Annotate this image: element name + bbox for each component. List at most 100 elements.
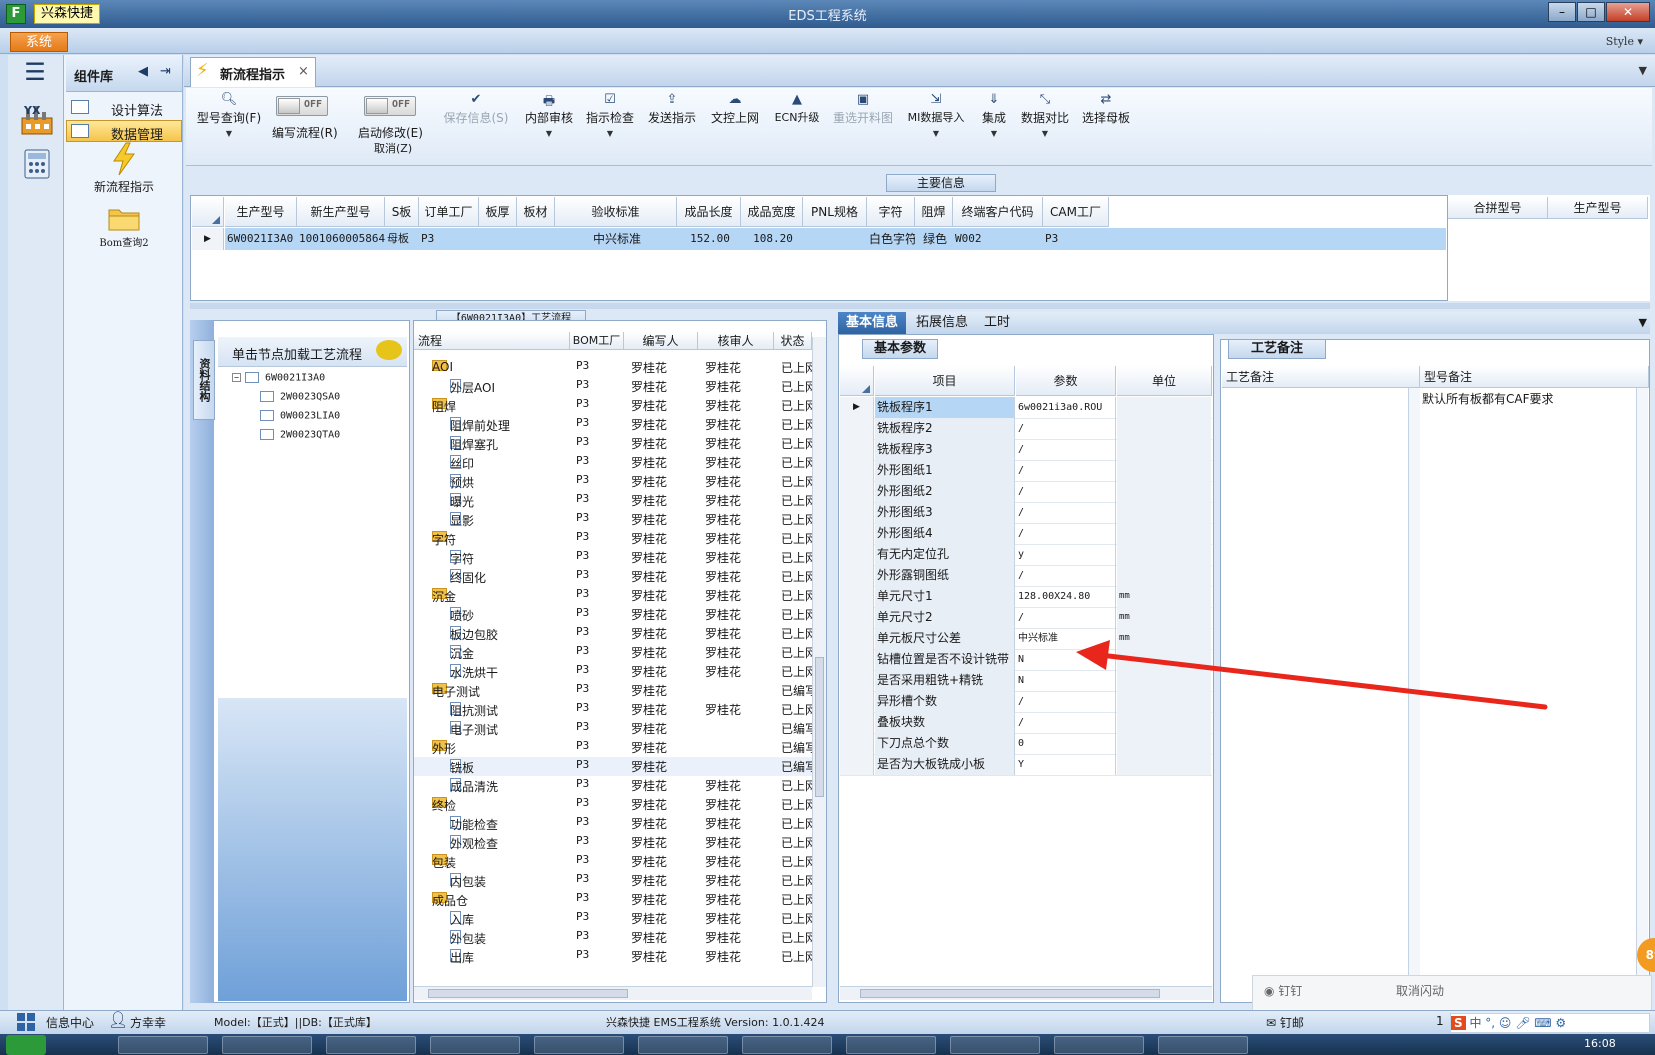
- flow-row[interactable]: 入库 P3 罗桂花 罗桂花 已上网: [414, 909, 814, 928]
- param-row[interactable]: 外形图纸2/: [840, 481, 1212, 503]
- flow-row[interactable]: −AOIP3罗桂花罗桂花已上网: [414, 358, 814, 377]
- taskbar-app[interactable]: [222, 1036, 312, 1054]
- model-query-button[interactable]: 🔍︎ 型号查询(F) ▼: [194, 92, 264, 158]
- flow-row[interactable]: −包装P3罗桂花罗桂花已上网: [414, 852, 814, 871]
- param-row[interactable]: 外形露铜图纸 /: [840, 565, 1212, 587]
- param-row[interactable]: 单元尺寸1 128.00X24.80 mm: [840, 586, 1212, 608]
- bom-query-link[interactable]: Bom查询2: [66, 234, 182, 249]
- ecn-upgrade-button[interactable]: ▲ ECN升级: [772, 92, 822, 158]
- col-param[interactable]: 参数: [1016, 366, 1116, 396]
- param-value[interactable]: /: [1016, 712, 1116, 733]
- taskbar-app[interactable]: [118, 1036, 208, 1054]
- flow-row[interactable]: 沉金 P3 罗桂花 罗桂花 已上网: [414, 643, 814, 662]
- col-writer[interactable]: 编写人: [624, 332, 698, 350]
- cancel-label[interactable]: 取消(Z): [374, 140, 412, 156]
- info-center-link[interactable]: 信息中心: [46, 1014, 94, 1031]
- flow-row[interactable]: 显影 P3 罗桂花 罗桂花 已上网: [414, 510, 814, 529]
- taskbar-app[interactable]: [326, 1036, 416, 1054]
- flow-row[interactable]: 电子测试 P3 罗桂花 已编写: [414, 719, 814, 738]
- menu-system[interactable]: 系统: [10, 32, 68, 52]
- param-value[interactable]: /: [1016, 691, 1116, 712]
- flow-row[interactable]: 阻焊前处理 P3 罗桂花 罗桂花 已上网: [414, 415, 814, 434]
- col-header[interactable]: 生产型号: [225, 197, 297, 227]
- col-header[interactable]: 新生产型号: [297, 197, 385, 227]
- grid-cell[interactable]: P3: [1043, 228, 1109, 250]
- param-row[interactable]: 单元板尺寸公差 中兴标准 mm: [840, 628, 1212, 650]
- param-row[interactable]: 有无内定位孔 y: [840, 544, 1212, 566]
- col-unit[interactable]: 单位: [1117, 366, 1212, 396]
- flow-row[interactable]: −终检P3罗桂花罗桂花已上网: [414, 795, 814, 814]
- param-row[interactable]: 下刀点总个数 0: [840, 733, 1212, 755]
- flow-row[interactable]: −阻焊P3罗桂花罗桂花已上网: [414, 396, 814, 415]
- cancel-flash-button[interactable]: 取消闪动: [1396, 982, 1444, 999]
- dingtalk-mail[interactable]: ✉ 钉邮: [1266, 1014, 1304, 1031]
- tab-list-dropdown-icon[interactable]: ▼: [1639, 64, 1647, 77]
- taskbar-app[interactable]: [638, 1036, 728, 1054]
- col-header[interactable]: 字符: [867, 197, 915, 227]
- param-row[interactable]: 叠板块数 /: [840, 712, 1212, 734]
- flow-row[interactable]: 出库 P3 罗桂花 罗桂花 已上网: [414, 947, 814, 966]
- flow-row[interactable]: −字符P3罗桂花罗桂花已上网: [414, 529, 814, 548]
- integrate-button[interactable]: ⇓ 集成 ▼: [976, 92, 1012, 158]
- taskbar-app[interactable]: [1054, 1036, 1144, 1054]
- param-value[interactable]: /: [1016, 460, 1116, 481]
- col-header[interactable]: 阻焊: [915, 197, 953, 227]
- flow-row[interactable]: −外形P3罗桂花已编写: [414, 738, 814, 757]
- param-value[interactable]: N: [1016, 670, 1116, 691]
- grid-cell[interactable]: 152.00: [677, 228, 741, 250]
- flow-row[interactable]: 外包装 P3 罗桂花 罗桂花 已上网: [414, 928, 814, 947]
- param-value[interactable]: /: [1016, 418, 1116, 439]
- flow-row[interactable]: 板边包胶 P3 罗桂花 罗桂花 已上网: [414, 624, 814, 643]
- grid-cell[interactable]: [479, 228, 517, 250]
- model-note-scrollbar[interactable]: [1636, 388, 1648, 988]
- param-row[interactable]: 是否采用粗铣+精铣 N: [840, 670, 1212, 692]
- tab-work-hours[interactable]: 工时: [976, 312, 1018, 334]
- taskbar-app[interactable]: [430, 1036, 520, 1054]
- flow-row[interactable]: 铣板 P3 罗桂花 已编写: [414, 757, 814, 776]
- flow-row[interactable]: 内包装 P3 罗桂花 罗桂花 已上网: [414, 871, 814, 890]
- flow-row[interactable]: 曝光 P3 罗桂花 罗桂花 已上网: [414, 491, 814, 510]
- param-value[interactable]: 6w0021i3a0.ROU: [1016, 397, 1116, 418]
- data-compare-button[interactable]: ⤡ 数据对比 ▼: [1020, 92, 1070, 158]
- grid-cell[interactable]: 10010600058646: [297, 228, 385, 250]
- vtab-structure[interactable]: 资料结构: [193, 340, 215, 420]
- tab-list-dropdown-icon[interactable]: ▼: [1639, 316, 1647, 329]
- col-header[interactable]: 成品宽度: [741, 197, 803, 227]
- param-row[interactable]: 外形图纸3/: [840, 502, 1212, 524]
- style-menu[interactable]: Style ▾: [1606, 35, 1643, 48]
- flow-row[interactable]: 喷砂 P3 罗桂花 罗桂花 已上网: [414, 605, 814, 624]
- flow-row[interactable]: −成品仓P3罗桂花罗桂花已上网: [414, 890, 814, 909]
- comp-item-data-management[interactable]: 数据管理: [66, 120, 182, 143]
- flow-row[interactable]: 成品清洗 P3 罗桂花 罗桂花 已上网: [414, 776, 814, 795]
- param-value[interactable]: 0: [1016, 733, 1116, 754]
- flow-row[interactable]: 字符 P3 罗桂花 罗桂花 已上网: [414, 548, 814, 567]
- new-flow-link[interactable]: 新流程指示: [66, 178, 182, 195]
- taskbar-app[interactable]: [1158, 1036, 1248, 1054]
- flow-row[interactable]: 外层AOI P3 罗桂花 罗桂花 已上网: [414, 377, 814, 396]
- col-header[interactable]: 板材: [517, 197, 555, 227]
- grid-apps-icon[interactable]: [16, 1012, 36, 1032]
- col-status[interactable]: 状态: [774, 332, 812, 350]
- grid-cell[interactable]: [517, 228, 555, 250]
- tree-node-child[interactable]: 2W0023QSA0: [260, 391, 340, 403]
- reselect-drawing-button[interactable]: ▣ 重选开料图: [830, 92, 896, 158]
- flow-row[interactable]: 功能检查 P3 罗桂花 罗桂花 已上网: [414, 814, 814, 833]
- hamburger-menu-icon[interactable]: ☰: [22, 60, 48, 86]
- tab-basic-info[interactable]: 基本信息: [838, 312, 906, 334]
- select-mother-button[interactable]: ⇄ 选择母板: [1080, 92, 1132, 158]
- indicator-check-button[interactable]: ☑ 指示检查 ▼: [584, 92, 636, 158]
- param-row[interactable]: ▶ 铣板程序1 6w0021i3a0.ROU: [840, 397, 1212, 419]
- mi-import-button[interactable]: ⇲ MI数据导入 ▼: [904, 92, 968, 158]
- param-row[interactable]: 外形图纸1/: [840, 460, 1212, 482]
- minimize-button[interactable]: –: [1548, 2, 1576, 22]
- param-row[interactable]: 钻槽位置是否不设计铣带 N: [840, 649, 1212, 671]
- col-process-note[interactable]: 工艺备注: [1222, 366, 1420, 388]
- flow-row[interactable]: 阻抗测试 P3 罗桂花 罗桂花 已上网: [414, 700, 814, 719]
- maximize-button[interactable]: □: [1577, 2, 1605, 22]
- param-value[interactable]: /: [1016, 565, 1116, 586]
- param-row[interactable]: 外形图纸4/: [840, 523, 1212, 545]
- doc-upload-button[interactable]: ☁ 文控上网: [708, 92, 762, 158]
- taskbar-app[interactable]: [534, 1036, 624, 1054]
- col-reviewer[interactable]: 核审人: [698, 332, 774, 350]
- param-row[interactable]: 异形槽个数 /: [840, 691, 1212, 713]
